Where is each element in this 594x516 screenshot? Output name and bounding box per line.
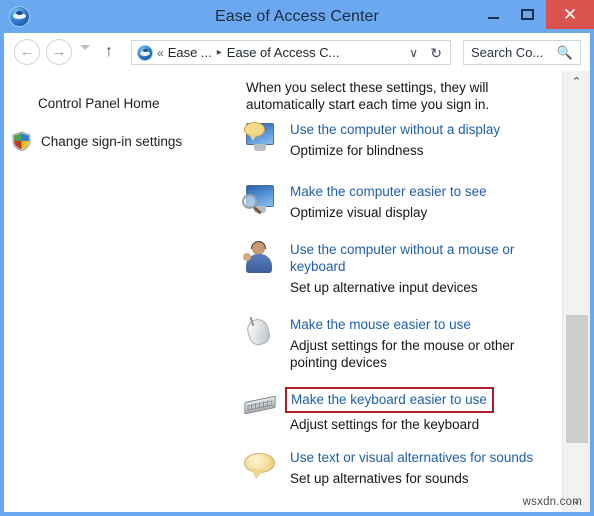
- setting-item-keyboard[interactable]: Make the keyboard easier to use Adjust s…: [242, 387, 560, 433]
- address-bar-icon: [137, 44, 153, 61]
- setting-link[interactable]: Use the computer without a mouse or keyb…: [290, 241, 560, 275]
- setting-description: Adjust settings for the mouse or other p…: [290, 338, 515, 370]
- setting-link[interactable]: Make the computer easier to see: [290, 183, 487, 200]
- setting-item-mouse[interactable]: Make the mouse easier to use Adjust sett…: [242, 316, 560, 371]
- vertical-scrollbar[interactable]: ⌃ ⌄: [562, 71, 590, 512]
- setting-description: Optimize visual display: [290, 205, 428, 220]
- close-button[interactable]: ✕: [546, 0, 594, 29]
- ease-of-access-center-window: Ease of Access Center ✕ ← → ↑ « Ease ...…: [0, 0, 594, 516]
- forward-button[interactable]: →: [46, 39, 72, 65]
- minimize-icon: [487, 16, 499, 19]
- content-area: Control Panel Home Change sign-in settin…: [4, 71, 590, 512]
- monitor-speech-bubble-icon: [242, 121, 280, 155]
- breadcrumb-separator-icon[interactable]: ▸: [217, 47, 222, 58]
- window-controls: ✕: [476, 0, 594, 33]
- person-headset-icon: [242, 241, 280, 275]
- setting-description: Set up alternative input devices: [290, 280, 478, 295]
- refresh-icon[interactable]: ↻: [430, 44, 442, 62]
- speech-bubble-icon: [242, 449, 280, 483]
- scrollbar-thumb[interactable]: [566, 315, 588, 443]
- monitor-magnifier-icon: [242, 183, 280, 217]
- setting-item-sounds[interactable]: Use text or visual alternatives for soun…: [242, 449, 560, 487]
- setting-description: Set up alternatives for sounds: [290, 471, 469, 486]
- breadcrumb-segment-1[interactable]: Ease ...: [168, 45, 212, 60]
- search-icon: 🔍: [556, 45, 573, 60]
- watermark: wsxdn.com: [522, 496, 582, 508]
- address-bar[interactable]: « Ease ... ▸ Ease of Access C... ∨ ↻: [131, 40, 451, 65]
- sidebar-item-control-panel-home[interactable]: Control Panel Home: [38, 96, 160, 111]
- setting-item-no-mouse-keyboard[interactable]: Use the computer without a mouse or keyb…: [242, 241, 560, 296]
- intro-text: When you select these settings, they wil…: [246, 80, 490, 112]
- setting-link-highlighted[interactable]: Make the keyboard easier to use: [285, 387, 494, 413]
- recent-pages-caret-icon[interactable]: [80, 45, 90, 50]
- up-one-level-button[interactable]: ↑: [98, 41, 120, 63]
- breadcrumb-segment-2[interactable]: Ease of Access C...: [227, 45, 340, 60]
- navigation-toolbar: ← → ↑ « Ease ... ▸ Ease of Access C... ∨…: [4, 33, 590, 71]
- breadcrumb-overflow[interactable]: «: [157, 46, 164, 60]
- window-bottom-frame: [0, 512, 594, 516]
- setting-description: Optimize for blindness: [290, 143, 424, 158]
- back-button[interactable]: ←: [14, 39, 40, 65]
- search-input[interactable]: Search Co...: [471, 45, 543, 60]
- setting-item-easier-to-see[interactable]: Make the computer easier to see Optimize…: [242, 183, 560, 221]
- sidebar-item-label: Change sign-in settings: [41, 133, 183, 149]
- setting-link[interactable]: Use the computer without a display: [290, 121, 500, 138]
- setting-description: Adjust settings for the keyboard: [290, 417, 480, 432]
- maximize-button[interactable]: [510, 0, 544, 29]
- shield-icon: [12, 131, 31, 151]
- search-box[interactable]: Search Co... 🔍: [463, 40, 581, 65]
- title-bar: Ease of Access Center ✕: [0, 0, 594, 33]
- setting-link[interactable]: Make the mouse easier to use: [290, 316, 471, 333]
- maximize-icon: [520, 9, 534, 20]
- sidebar-item-change-sign-in-settings[interactable]: Change sign-in settings: [12, 131, 182, 151]
- minimize-button[interactable]: [476, 0, 510, 29]
- setting-item-display[interactable]: Use the computer without a display Optim…: [242, 121, 560, 159]
- settings-list-pane: When you select these settings, they wil…: [232, 71, 562, 512]
- mouse-icon: [242, 316, 280, 350]
- keyboard-icon: [242, 389, 280, 423]
- sidebar: Control Panel Home Change sign-in settin…: [4, 71, 232, 512]
- clipped-heading: [246, 71, 546, 79]
- setting-link[interactable]: Use text or visual alternatives for soun…: [290, 449, 533, 466]
- address-dropdown-icon[interactable]: ∨: [409, 45, 418, 62]
- scroll-up-arrow-icon[interactable]: ⌃: [563, 73, 590, 91]
